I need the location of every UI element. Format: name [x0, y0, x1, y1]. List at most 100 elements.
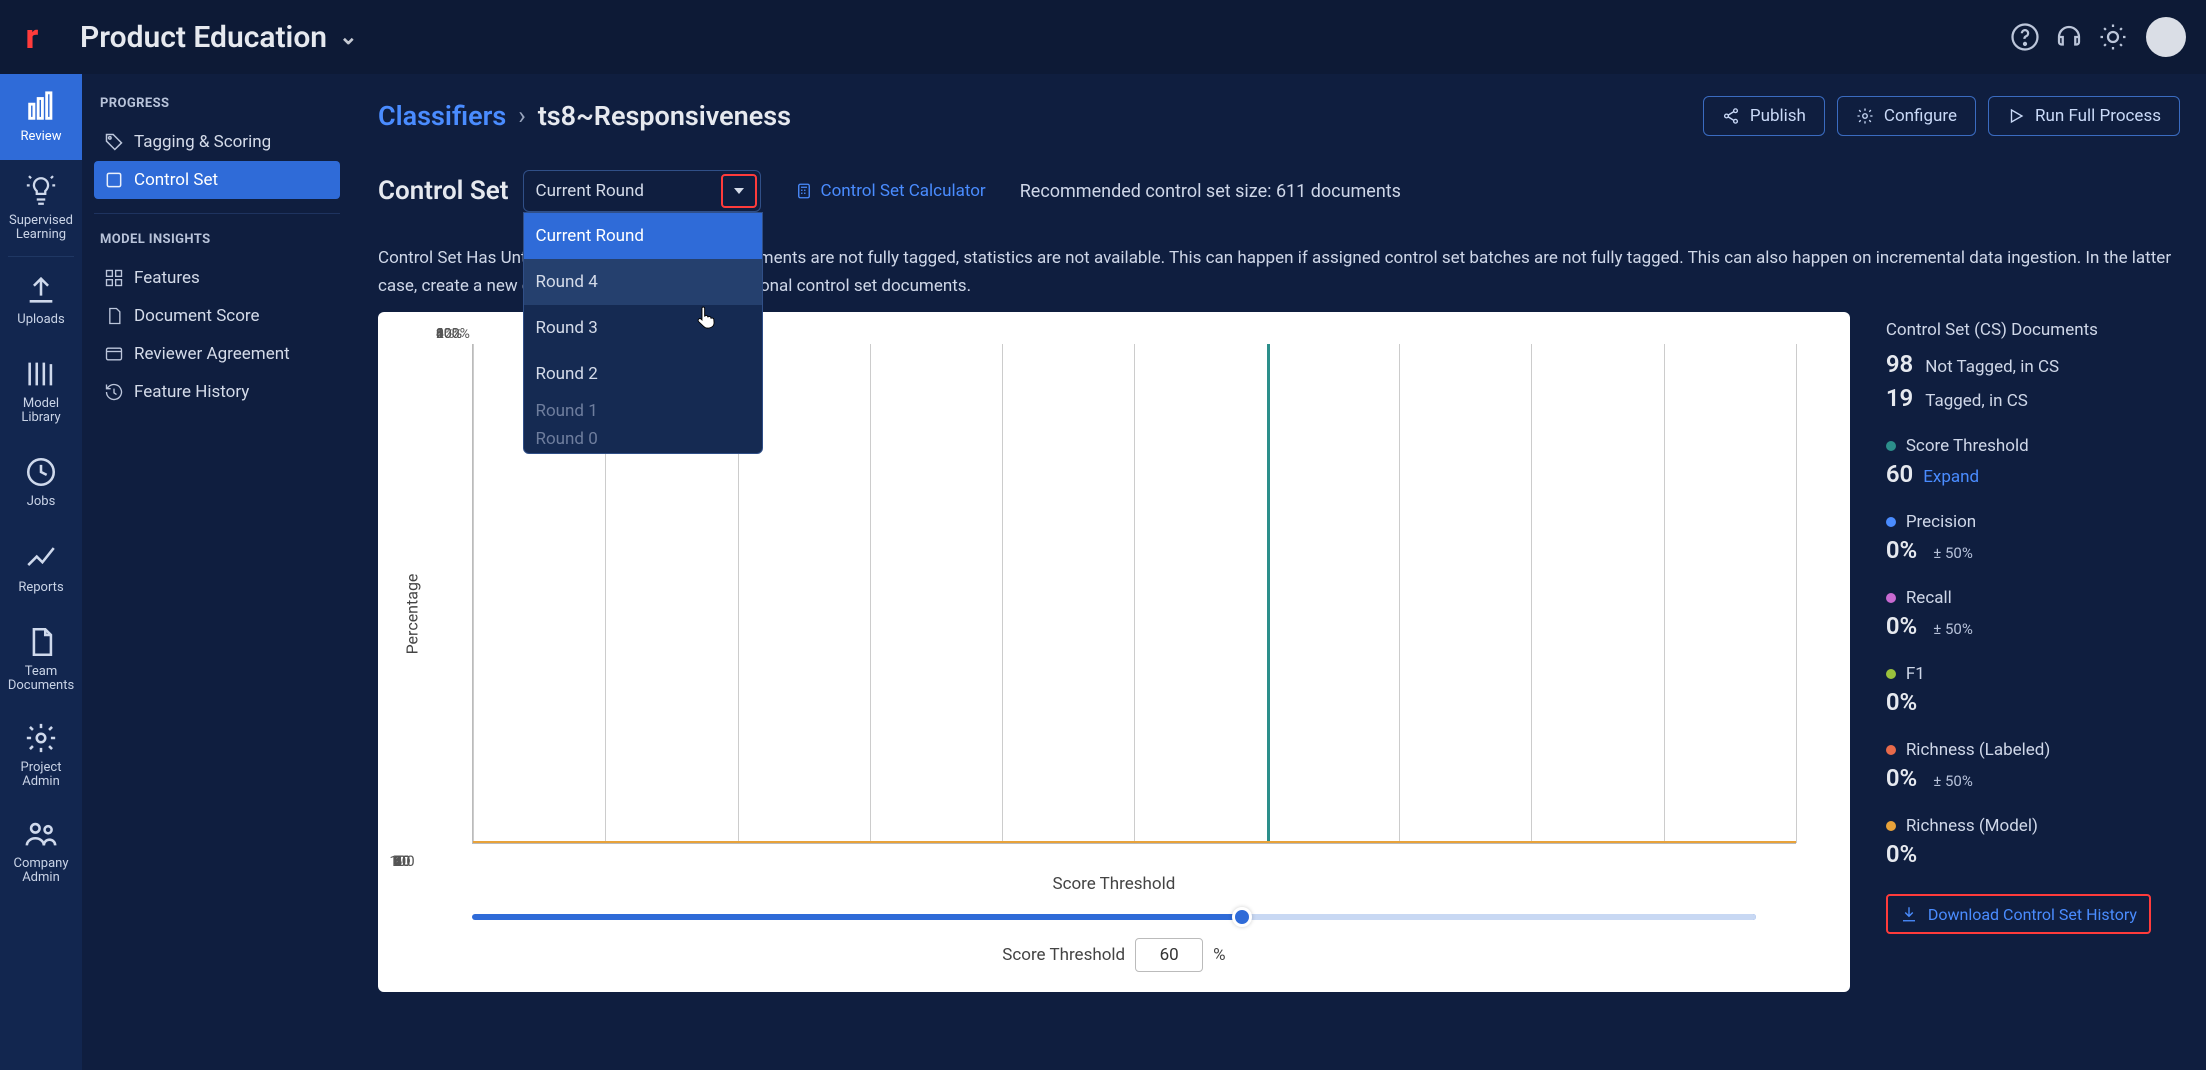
agreement-icon [104, 344, 124, 364]
title-row: Control Set Current Round Current Round … [378, 170, 2180, 212]
breadcrumb-row: Classifiers › ts8~Responsiveness Publish… [378, 96, 2180, 136]
sidebar-item-feature-history[interactable]: Feature History [94, 373, 340, 411]
metric-value-row: 0% ± 50% [1886, 536, 2180, 564]
sidebar-item-reviewer-agreement[interactable]: Reviewer Agreement [94, 335, 340, 373]
threshold-input-label: Score Threshold [1002, 945, 1125, 965]
download-icon [1900, 905, 1918, 923]
metric-value-row: 0% ± 50% [1886, 612, 2180, 640]
threshold-slider[interactable] [472, 914, 1756, 920]
metric-row: Score Threshold [1886, 436, 2180, 456]
stat-tagged-label: Tagged, in CS [1925, 391, 2028, 411]
metric-label: Richness (Labeled) [1906, 740, 2050, 760]
progress-heading: PROGRESS [100, 96, 334, 111]
threshold-input-suffix: % [1213, 945, 1225, 965]
chart-series-line [473, 841, 1796, 843]
sidebar-item-tagging[interactable]: Tagging & Scoring [94, 123, 340, 161]
support-icon[interactable] [2054, 22, 2084, 52]
stats-panel: Control Set (CS) Documents 98 Not Tagged… [1886, 320, 2180, 992]
configure-button[interactable]: Configure [1837, 96, 1976, 136]
rail-team-documents[interactable]: Team Documents [0, 611, 82, 707]
metric-value: 0% [1886, 764, 1917, 792]
metric-label: Score Threshold [1906, 436, 2029, 456]
metric-value-row: 0% [1886, 840, 2180, 868]
round-dropdown: Current Round Round 4 Round 3 Round 2 Ro… [523, 212, 763, 454]
rail-model-library[interactable]: Model Library [0, 343, 82, 439]
rail-supervised-learning[interactable]: Supervised Learning [0, 160, 82, 256]
theme-icon[interactable] [2098, 22, 2128, 52]
metric-color-dot [1886, 745, 1896, 755]
tag-icon [104, 132, 124, 152]
section-sidebar: PROGRESS Tagging & Scoring Control Set M… [82, 74, 352, 1070]
user-avatar[interactable] [2146, 17, 2186, 57]
metric-value-row: 0% [1886, 688, 2180, 716]
round-selector-caret-icon[interactable] [721, 174, 757, 208]
metric-color-dot [1886, 517, 1896, 527]
rail-review[interactable]: Review [0, 74, 82, 160]
threshold-slider-thumb[interactable] [1232, 907, 1252, 927]
run-full-process-button[interactable]: Run Full Process [1988, 96, 2180, 136]
workspace-name: Product Education [80, 20, 327, 55]
round-selector[interactable]: Current Round Current Round Round 4 Roun… [523, 170, 761, 212]
stat-not-tagged-label: Not Tagged, in CS [1925, 357, 2059, 377]
metric-color-dot [1886, 593, 1896, 603]
document-icon [104, 306, 124, 326]
stat-tagged-count: 19 [1886, 384, 1913, 412]
metric-error-margin: ± 50% [1933, 772, 1973, 790]
top-bar: r Product Education ⌄ [0, 0, 2206, 74]
stats-title: Control Set (CS) Documents [1886, 320, 2180, 340]
metric-row: Richness (Labeled) [1886, 740, 2180, 760]
breadcrumb-root[interactable]: Classifiers [378, 100, 506, 132]
rail-reports[interactable]: Reports [0, 525, 82, 611]
metric-value: 0% [1886, 612, 1917, 640]
metric-error-margin: ± 50% [1933, 544, 1973, 562]
threshold-input-row: Score Threshold % [402, 938, 1826, 972]
metric-row: Recall [1886, 588, 2180, 608]
chart-y-axis-label: Percentage [403, 574, 422, 655]
breadcrumb-sep: › [518, 102, 526, 131]
workspace-selector[interactable]: Product Education ⌄ [80, 20, 358, 55]
rail-uploads[interactable]: Uploads [0, 257, 82, 343]
main-area: Classifiers › ts8~Responsiveness Publish… [352, 74, 2206, 1070]
metric-value-row: 60 Expand [1886, 460, 2180, 488]
metric-label: Precision [1906, 512, 1976, 532]
page-actions: Publish Configure Run Full Process [1703, 96, 2180, 136]
publish-button[interactable]: Publish [1703, 96, 1825, 136]
chevron-down-icon: ⌄ [339, 25, 357, 50]
metric-row: Richness (Model) [1886, 816, 2180, 836]
history-icon [104, 382, 124, 402]
share-icon [1722, 107, 1740, 125]
sidebar-item-features[interactable]: Features [94, 259, 340, 297]
metric-value: 0% [1886, 688, 1917, 716]
download-control-set-history-button[interactable]: Download Control Set History [1886, 894, 2151, 934]
help-icon[interactable] [2010, 22, 2040, 52]
control-set-calculator-link[interactable]: Control Set Calculator [795, 181, 986, 201]
round-option-current[interactable]: Current Round [524, 213, 762, 259]
round-option-1: Round 1 [524, 397, 762, 425]
round-option-2[interactable]: Round 2 [524, 351, 762, 397]
gear-icon [1856, 107, 1874, 125]
metric-value: 0% [1886, 536, 1917, 564]
round-option-4[interactable]: Round 4 [524, 259, 762, 305]
sidebar-item-document-score[interactable]: Document Score [94, 297, 340, 335]
rail-project-admin[interactable]: Project Admin [0, 707, 82, 803]
rail-jobs[interactable]: Jobs [0, 439, 82, 525]
metric-error-margin: ± 50% [1933, 620, 1973, 638]
metric-value: 0% [1886, 840, 1917, 868]
threshold-input[interactable] [1135, 938, 1203, 972]
metric-color-dot [1886, 441, 1896, 451]
metric-row: Precision [1886, 512, 2180, 532]
app-logo: r [12, 17, 52, 57]
rail-company-admin[interactable]: Company Admin [0, 803, 82, 899]
metric-expand-link[interactable]: Expand [1923, 467, 1979, 487]
chart-x-axis-label: Score Threshold [1052, 874, 1175, 894]
recommended-size-text: Recommended control set size: 611 docume… [1020, 181, 1401, 202]
metric-label: Recall [1906, 588, 1952, 608]
sidebar-item-control-set[interactable]: Control Set [94, 161, 340, 199]
play-icon [2007, 107, 2025, 125]
metric-row: F1 [1886, 664, 2180, 684]
nav-rail: Review Supervised Learning Uploads Model… [0, 74, 82, 1070]
round-option-3[interactable]: Round 3 [524, 305, 762, 351]
metric-value: 60 [1886, 460, 1913, 488]
calculator-icon [795, 182, 813, 200]
threshold-marker-line [1267, 344, 1270, 843]
